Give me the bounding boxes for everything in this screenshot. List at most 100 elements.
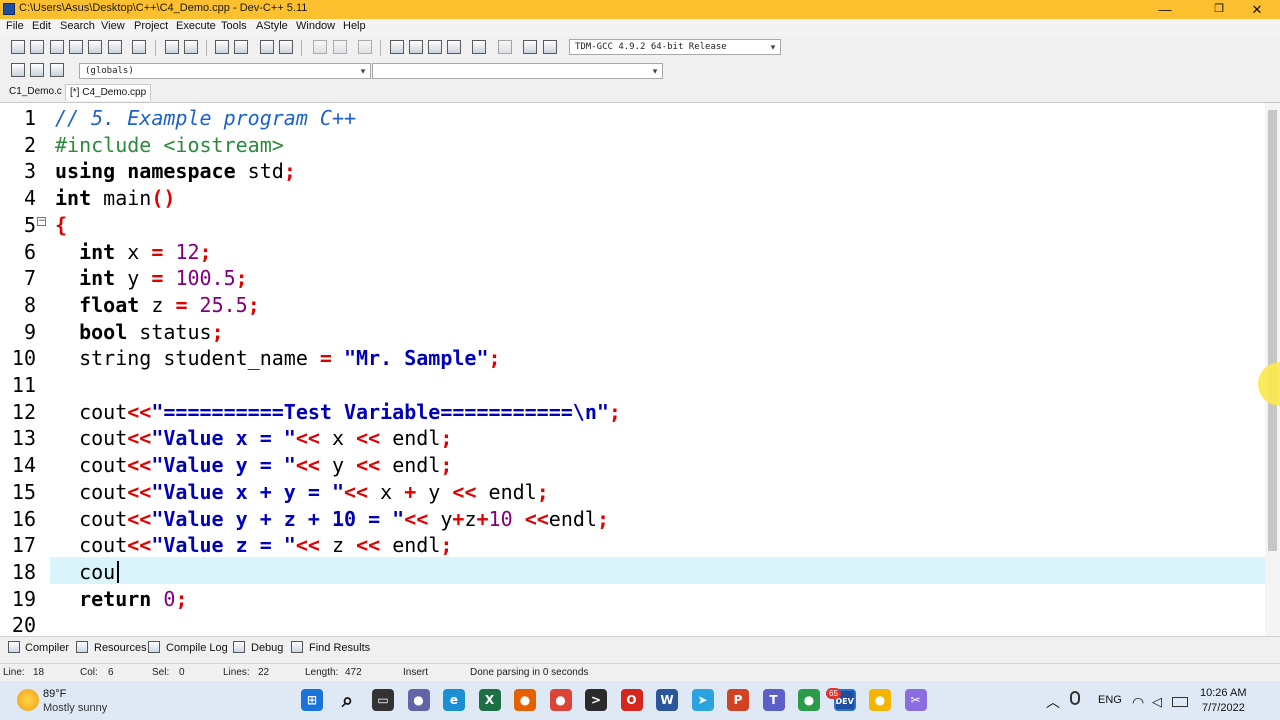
remove-from-project-icon[interactable] bbox=[333, 40, 347, 54]
menu-execute[interactable]: Execute bbox=[176, 20, 216, 32]
goto-line-icon[interactable] bbox=[260, 40, 274, 54]
search-icon[interactable]: ⌕ bbox=[336, 689, 359, 711]
compile-log-icon bbox=[148, 641, 160, 653]
excel-icon[interactable]: X bbox=[478, 689, 501, 711]
chevron-down-icon[interactable]: ▾ bbox=[767, 40, 779, 54]
menu-view[interactable]: View bbox=[101, 20, 125, 32]
clock-date[interactable]: 7/7/2022 bbox=[1202, 702, 1245, 714]
run-icon[interactable] bbox=[409, 40, 423, 54]
weather-sun-icon[interactable] bbox=[17, 689, 39, 711]
undo-icon[interactable] bbox=[165, 40, 179, 54]
powerpoint-icon[interactable]: P bbox=[727, 689, 749, 711]
menu-window[interactable]: Window bbox=[296, 20, 335, 32]
terminal-icon[interactable]: > bbox=[585, 689, 607, 711]
weather-temp[interactable]: 89°F bbox=[43, 688, 66, 700]
chrome-icon[interactable]: ● bbox=[549, 689, 572, 711]
stop-execution-icon[interactable] bbox=[498, 40, 512, 54]
line-number: 14 bbox=[11, 453, 36, 478]
code-line: cout<<"Value y + z + 10 = "<< y+z+10 <<e… bbox=[55, 506, 609, 531]
redo-icon[interactable] bbox=[184, 40, 198, 54]
compiler-select[interactable]: TDM-GCC 4.9.2 64-bit Release bbox=[569, 39, 781, 55]
add-to-project-icon[interactable] bbox=[313, 40, 327, 54]
status-sel-label: Sel: bbox=[152, 667, 170, 678]
tab-find-results[interactable]: Find Results bbox=[309, 642, 370, 654]
check-syntax-icon[interactable] bbox=[472, 40, 486, 54]
tab-resources[interactable]: Resources bbox=[94, 642, 147, 654]
word-icon[interactable]: W bbox=[656, 689, 678, 711]
new-file-icon[interactable] bbox=[11, 40, 25, 54]
status-lines-value: 22 bbox=[258, 667, 270, 678]
line-number: 8 bbox=[23, 292, 36, 317]
start-icon[interactable]: ⊞ bbox=[301, 689, 323, 711]
fold-toggle-icon[interactable]: − bbox=[37, 217, 46, 226]
goto-bookmark-icon[interactable] bbox=[50, 63, 64, 77]
symbol-select[interactable] bbox=[372, 63, 663, 79]
rebuild-all-icon[interactable] bbox=[447, 40, 461, 54]
clock-time[interactable]: 10:26 AM bbox=[1200, 687, 1246, 699]
project-options-icon[interactable] bbox=[358, 40, 372, 54]
compile-run-icon[interactable] bbox=[428, 40, 442, 54]
save-icon[interactable] bbox=[50, 40, 64, 54]
code-line: cout<<"Value y = "<< y << endl; bbox=[55, 453, 453, 478]
close-file-icon[interactable] bbox=[88, 40, 102, 54]
insert-icon[interactable] bbox=[11, 63, 25, 77]
save-all-icon[interactable] bbox=[69, 40, 83, 54]
line-number: 10 bbox=[11, 346, 36, 371]
close-all-icon[interactable] bbox=[108, 40, 122, 54]
edge-icon[interactable]: e bbox=[443, 689, 465, 711]
compile-icon[interactable] bbox=[390, 40, 404, 54]
menu-edit[interactable]: Edit bbox=[32, 20, 51, 32]
status-message: Done parsing in 0 seconds bbox=[470, 667, 589, 678]
minimize-button[interactable]: — bbox=[1142, 0, 1188, 19]
close-button[interactable]: ✕ bbox=[1234, 0, 1280, 19]
scope-select[interactable]: (globals) bbox=[79, 63, 371, 79]
chevron-down-icon[interactable]: ▾ bbox=[649, 64, 661, 78]
menu-tools[interactable]: Tools bbox=[221, 20, 247, 32]
indent-icon[interactable] bbox=[279, 40, 293, 54]
tab-compiler[interactable]: Compiler bbox=[25, 642, 69, 654]
scrollbar-thumb[interactable] bbox=[1268, 110, 1277, 551]
line-number: 15 bbox=[11, 479, 36, 504]
task-view-icon[interactable]: ▭ bbox=[372, 689, 394, 711]
chat-icon[interactable]: ● bbox=[407, 689, 430, 711]
snip-icon[interactable]: ✂ bbox=[904, 689, 927, 711]
menu-project[interactable]: Project bbox=[134, 20, 168, 32]
find-icon[interactable] bbox=[215, 40, 229, 54]
tab-debug[interactable]: Debug bbox=[251, 642, 283, 654]
chevron-down-icon[interactable]: ▾ bbox=[357, 64, 369, 78]
code-line: cout<<"Value x + y = "<< x + y << endl; bbox=[55, 479, 549, 504]
toolbar-separator bbox=[206, 40, 207, 56]
line-number: 11 bbox=[11, 373, 36, 397]
status-line-value: 18 bbox=[33, 667, 45, 678]
chrome-alt-icon[interactable]: ● bbox=[798, 689, 820, 711]
toggle-bookmark-icon[interactable] bbox=[30, 63, 44, 77]
language-indicator[interactable]: ENG bbox=[1098, 694, 1122, 706]
wifi-icon[interactable]: ◠ bbox=[1132, 694, 1144, 711]
code-line: int x = 12; bbox=[79, 239, 212, 264]
tab-compile-log[interactable]: Compile Log bbox=[166, 642, 228, 654]
tray-chevron-up-icon[interactable]: ︿ bbox=[1046, 692, 1060, 712]
chart-profile-icon[interactable] bbox=[523, 40, 537, 54]
tab-c4-demo[interactable]: [*] C4_Demo.cpp bbox=[65, 84, 152, 101]
telegram-icon[interactable]: ➤ bbox=[691, 689, 714, 711]
firefox-icon[interactable]: ● bbox=[514, 689, 536, 711]
open-file-icon[interactable] bbox=[30, 40, 44, 54]
chrome2-icon[interactable]: ● bbox=[869, 689, 891, 711]
menu-help[interactable]: Help bbox=[343, 20, 366, 32]
toolbar-separator bbox=[301, 40, 302, 56]
tab-c1-demo[interactable]: C1_Demo.c bbox=[5, 84, 66, 100]
weather-desc[interactable]: Mostly sunny bbox=[43, 702, 107, 714]
menu-astyle[interactable]: AStyle bbox=[256, 20, 288, 32]
code-editor[interactable]: 1 2 3 4 5 6 7 8 9 10 11 12 13 14 15 16 1… bbox=[0, 103, 1265, 636]
volume-icon[interactable]: ◁ bbox=[1152, 694, 1162, 710]
menu-search[interactable]: Search bbox=[60, 20, 95, 32]
menu-file[interactable]: File bbox=[6, 20, 24, 32]
opera-icon[interactable]: O bbox=[620, 689, 643, 711]
print-icon[interactable] bbox=[132, 40, 146, 54]
debug-icon[interactable] bbox=[543, 40, 557, 54]
microphone-icon[interactable] bbox=[1070, 691, 1080, 705]
replace-icon[interactable] bbox=[234, 40, 248, 54]
battery-icon[interactable] bbox=[1172, 697, 1188, 707]
debug-icon bbox=[233, 641, 245, 653]
teams-icon[interactable]: T bbox=[762, 689, 785, 711]
